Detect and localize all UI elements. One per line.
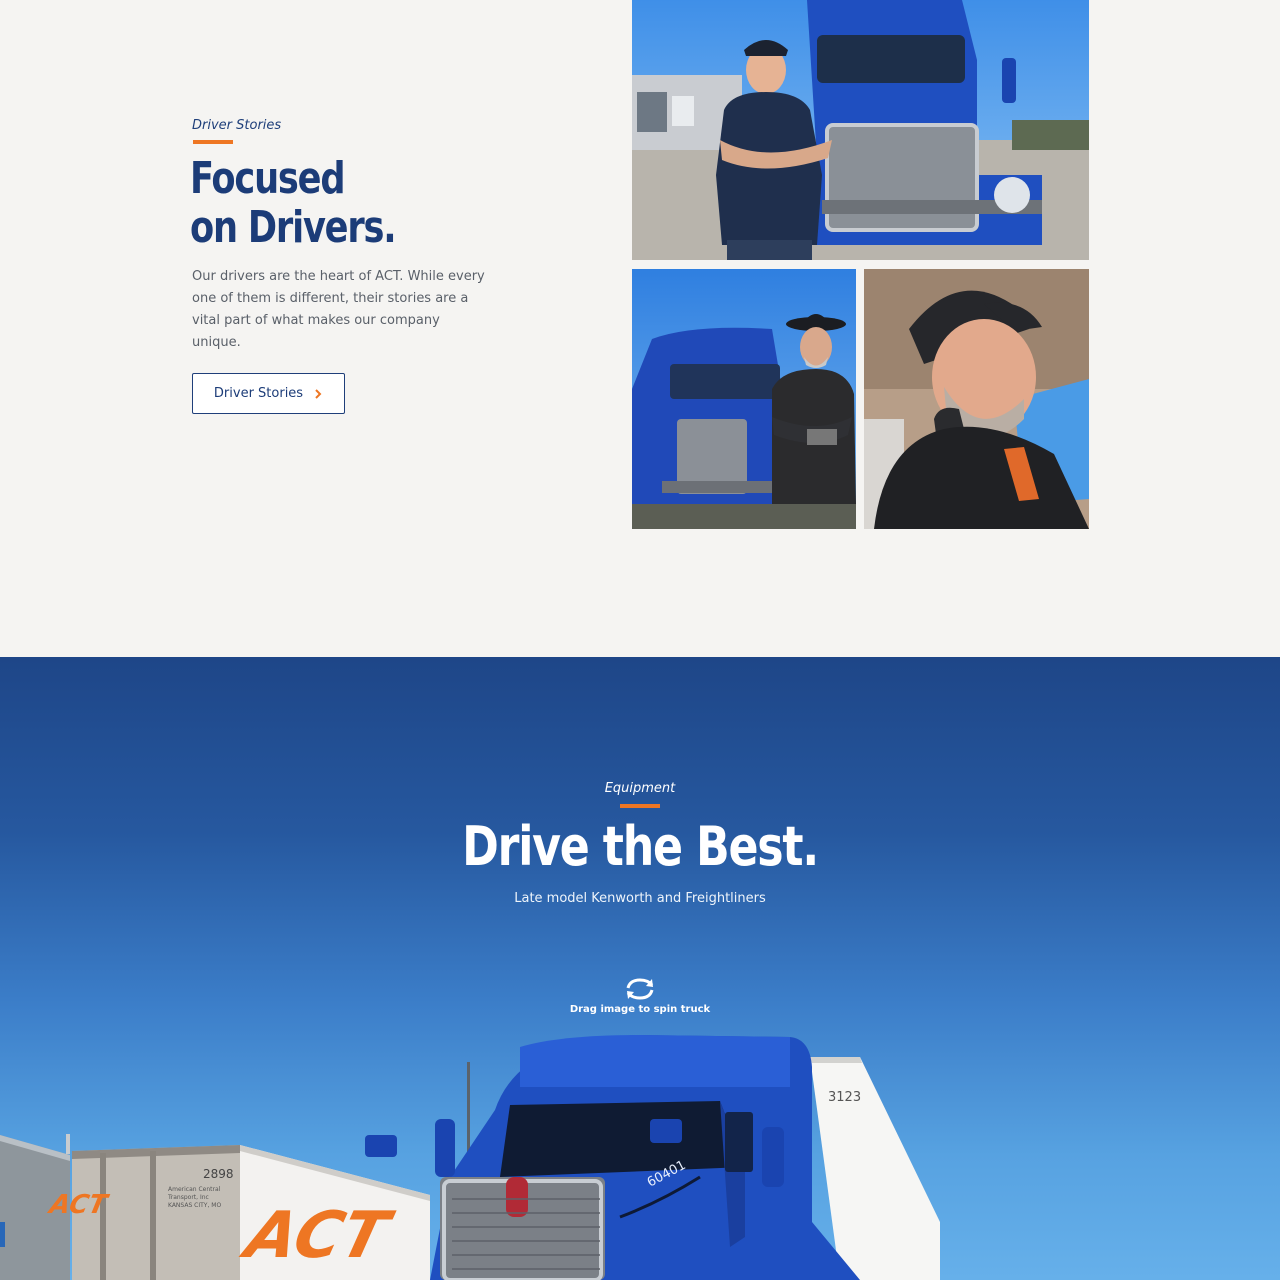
description-line-2: one of them is different, their stories … [192,291,469,306]
trailer-caption-line-3: KANSAS CITY, MO [168,1202,221,1209]
section-eyebrow: Driver Stories [192,118,282,133]
eyebrow-underline [193,140,233,144]
photo-driver-cowboy-hat [632,269,856,529]
spin-hint-label: Drag image to spin truck [569,1004,711,1015]
driver-stories-button-label: Driver Stories [213,386,304,401]
trailer-logo-large: ACT [234,1199,400,1273]
headline-line-1: Focused [190,153,346,204]
trailer-number-left: 2898 [203,1167,234,1181]
equipment-section: Equipment Drive the Best. Late model Ken… [0,657,1280,1280]
section-headline: Drive the Best. [0,815,1280,879]
truck-360-viewer[interactable]: 2898 American Central Transport, Inc KAN… [0,1027,1280,1280]
photo-driver-in-cab [864,269,1089,529]
driver-stories-button[interactable]: Driver Stories [192,373,345,414]
trailer-logo-small: ACT [45,1190,111,1220]
section-eyebrow: Equipment [604,781,676,796]
section-headline: Focused on Drivers. [190,153,397,253]
driver-stories-section: Driver Stories Focused on Drivers. Our d… [0,0,1280,657]
headline-line-2: on Drivers. [190,202,397,253]
photo-driver-arms-crossed [632,0,1089,260]
trailer-caption-line-2: Transport, Inc [167,1194,209,1201]
rotate-360-icon [626,978,654,1000]
description-line-3: vital part of what makes our company uni… [192,313,440,350]
chevron-right-icon [315,388,322,399]
section-description: Our drivers are the heart of ACT. While … [192,266,492,354]
section-headline-text: Drive the Best. [462,815,819,878]
eyebrow-underline [620,804,660,808]
description-line-1: Our drivers are the heart of ACT. While … [192,269,485,284]
trailer-caption-line-1: American Central [168,1186,221,1193]
section-subtitle: Late model Kenworth and Freightliners [514,891,766,906]
trailer-number-right: 3123 [828,1090,861,1105]
